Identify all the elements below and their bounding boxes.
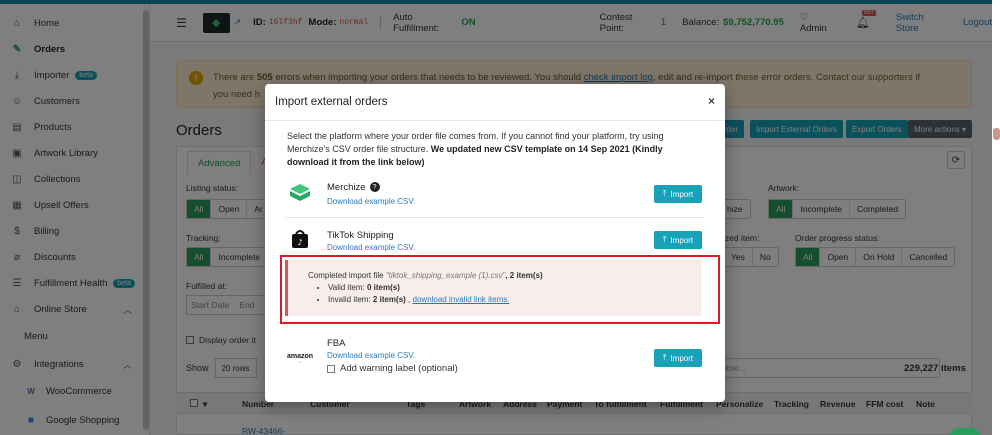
close-icon[interactable]: × — [708, 94, 715, 108]
upload-icon: ⤒ — [662, 235, 667, 244]
merchize-logo-icon — [287, 180, 313, 206]
upload-icon: ⤒ — [662, 189, 667, 198]
import-external-orders-modal: Import external orders × Select the plat… — [265, 84, 725, 402]
merchize-download-example-link[interactable]: Download example CSV. — [327, 197, 415, 206]
add-warning-label-option[interactable]: Add warning label (optional) — [327, 363, 458, 374]
tiktok-shop-logo-icon: ♪ — [287, 226, 313, 252]
tiktok-import-button[interactable]: ⤒ Import — [654, 231, 702, 249]
platform-merchize-name: Merchize? — [327, 182, 380, 193]
fba-import-button[interactable]: ⤒ Import — [654, 349, 702, 367]
amazon-logo-icon: amazon ⌣ — [286, 352, 314, 366]
right-gutter — [992, 0, 1000, 435]
result-highlight-box — [280, 255, 720, 324]
platform-fba-name: FBA — [327, 338, 346, 349]
upload-icon: ⤒ — [662, 353, 667, 362]
avatar[interactable] — [993, 128, 1000, 140]
fba-download-example-link[interactable]: Download example CSV. — [327, 351, 415, 360]
modal-header: Import external orders × — [265, 84, 725, 121]
tiktok-download-example-link[interactable]: Download example CSV. — [327, 243, 415, 252]
modal-intro-text: Select the platform where your order fil… — [287, 131, 664, 167]
merchize-import-button[interactable]: ⤒ Import — [654, 185, 702, 203]
modal-title: Import external orders — [275, 96, 388, 108]
divider — [285, 217, 705, 218]
warning-label-checkbox[interactable] — [327, 364, 335, 373]
amazon-smile-icon: ⌣ — [298, 359, 302, 366]
svg-text:♪: ♪ — [297, 238, 302, 247]
platform-tiktok-name: TikTok Shipping — [327, 230, 394, 241]
help-icon[interactable]: ? — [369, 182, 380, 193]
chat-widget-button[interactable] — [950, 428, 980, 435]
